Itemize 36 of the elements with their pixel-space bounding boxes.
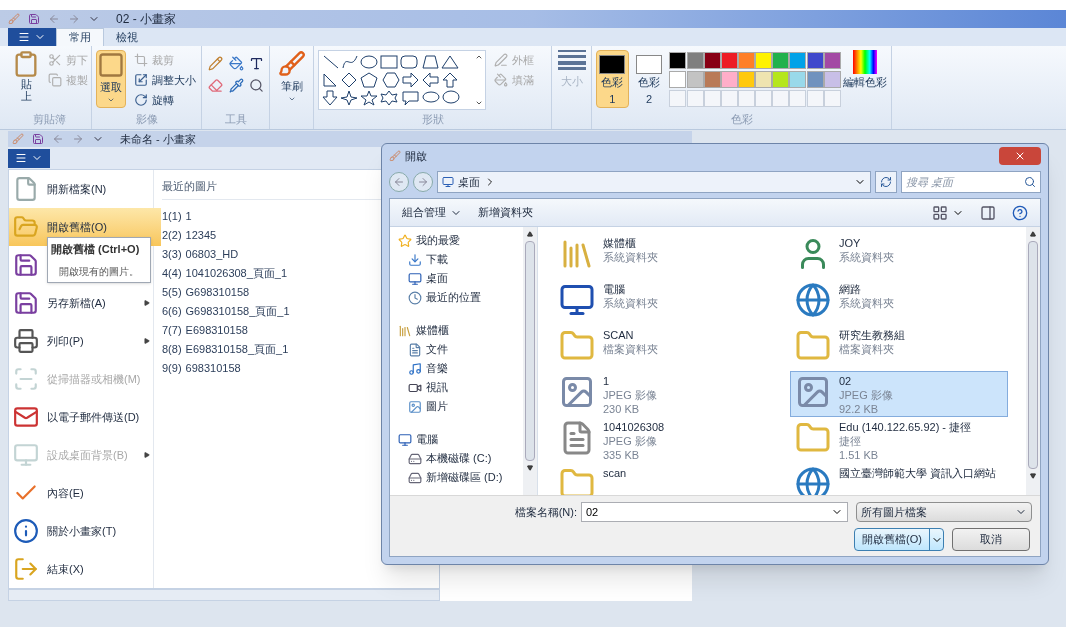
file-type: JPEG 影像 [603, 388, 657, 402]
group-label: 色彩 [729, 111, 754, 127]
file-name: 網路 [839, 282, 862, 296]
group-label: 形狀 [420, 111, 445, 127]
file-size: 335 KB [603, 448, 641, 462]
window-title: 02 - 小畫家 [116, 11, 176, 28]
dialog-title: 開啟 [405, 148, 428, 164]
file-name: 1041026308 [603, 420, 665, 434]
file-name: 電腦 [603, 282, 626, 296]
group-label: 影像 [134, 111, 159, 127]
file-size: 1.51 KB [839, 448, 880, 462]
file-name: 研究生教務組 [839, 328, 905, 342]
file-type: 檔案資料夾 [603, 342, 658, 356]
file-name: SCAN [603, 328, 635, 342]
file-name: 02 [839, 374, 853, 388]
file-type: 系統資料夾 [603, 250, 658, 264]
file-type: 系統資料夾 [603, 296, 658, 310]
file-name: JOY [839, 236, 862, 250]
window-title: 未命名 - 小畫家 [120, 131, 196, 147]
file-name: 國立臺灣師範大學 資訊入口網站 [839, 466, 997, 480]
file-size: 92.2 KB [839, 402, 880, 416]
file-type: 系統資料夾 [839, 296, 894, 310]
file-type: 捷徑 [839, 434, 862, 448]
file-type: 檔案資料夾 [839, 342, 895, 356]
group-label: 剪貼簿 [32, 111, 67, 127]
file-name-label: 檔案名稱(N): [514, 504, 577, 520]
file-size: 230 KB [603, 402, 641, 416]
file-type: JPEG 影像 [839, 388, 893, 402]
file-name: Edu (140.122.65.92) - 捷徑 [839, 420, 972, 434]
file-name: scan [603, 466, 627, 480]
group-label: 工具 [223, 111, 248, 127]
file-name: 媒體櫃 [603, 236, 637, 250]
file-name: 1 [603, 374, 611, 388]
tooltip-text: 開啟現有的圖片。 [58, 264, 140, 279]
file-type: 系統資料夾 [839, 250, 894, 264]
file-type: JPEG 影像 [603, 434, 658, 448]
